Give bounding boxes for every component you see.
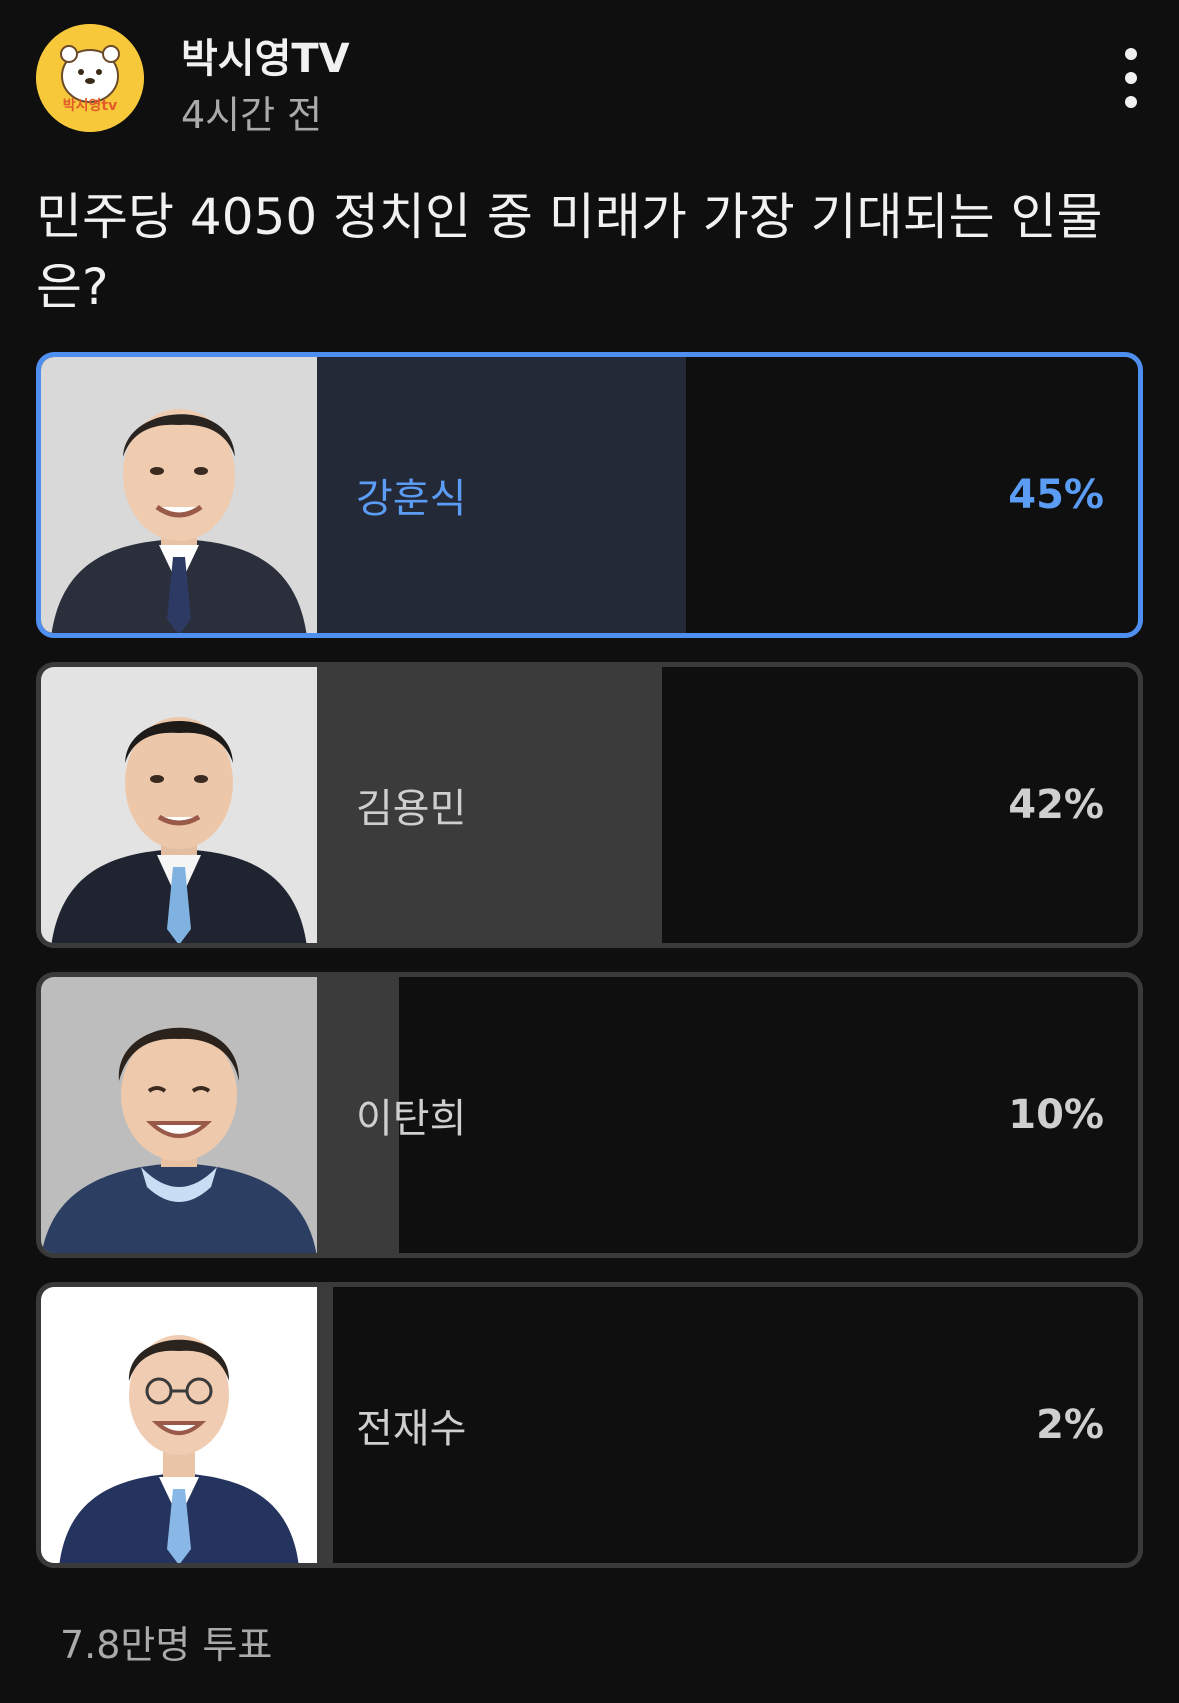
poll-option-percent: 2% — [1036, 1402, 1104, 1448]
candidate-photo — [41, 667, 317, 943]
poll-option-name: 이탄희 — [356, 1096, 467, 1142]
channel-name[interactable]: 박시영TV — [181, 26, 350, 84]
more-vert-icon[interactable] — [1111, 46, 1151, 110]
poll-option[interactable]: 전재수 2% — [36, 1282, 1143, 1568]
candidate-photo — [41, 977, 317, 1253]
poll-option[interactable]: 강훈식 45% — [36, 352, 1143, 638]
candidate-photo — [41, 1287, 317, 1563]
post-time: 4시간 전 — [181, 93, 323, 137]
avatar-logo-text: 박시영tv — [63, 97, 117, 114]
channel-avatar[interactable]: 박시영tv — [36, 24, 144, 132]
poll: 강훈식 45% 김용민 42% 이탄희 10% 전재수 2% — [36, 352, 1143, 1592]
poll-question: 민주당 4050 정치인 중 미래가 가장 기대되는 인물은? — [36, 188, 1103, 316]
post-header: 박시영tv 박시영TV 4시간 전 — [36, 24, 1143, 137]
poll-option-name: 김용민 — [356, 786, 467, 832]
poll-option-percent: 42% — [1008, 782, 1104, 828]
vote-count: 7.8만명 투표 — [60, 1623, 273, 1667]
poll-option-name: 전재수 — [356, 1406, 467, 1452]
poll-option-percent: 45% — [1008, 472, 1104, 518]
poll-option[interactable]: 이탄희 10% — [36, 972, 1143, 1258]
poll-option[interactable]: 김용민 42% — [36, 662, 1143, 948]
candidate-photo — [41, 357, 317, 633]
poll-option-name: 강훈식 — [356, 476, 467, 522]
hamster-logo-icon: 박시영tv — [36, 24, 144, 132]
poll-option-percent: 10% — [1008, 1092, 1104, 1138]
